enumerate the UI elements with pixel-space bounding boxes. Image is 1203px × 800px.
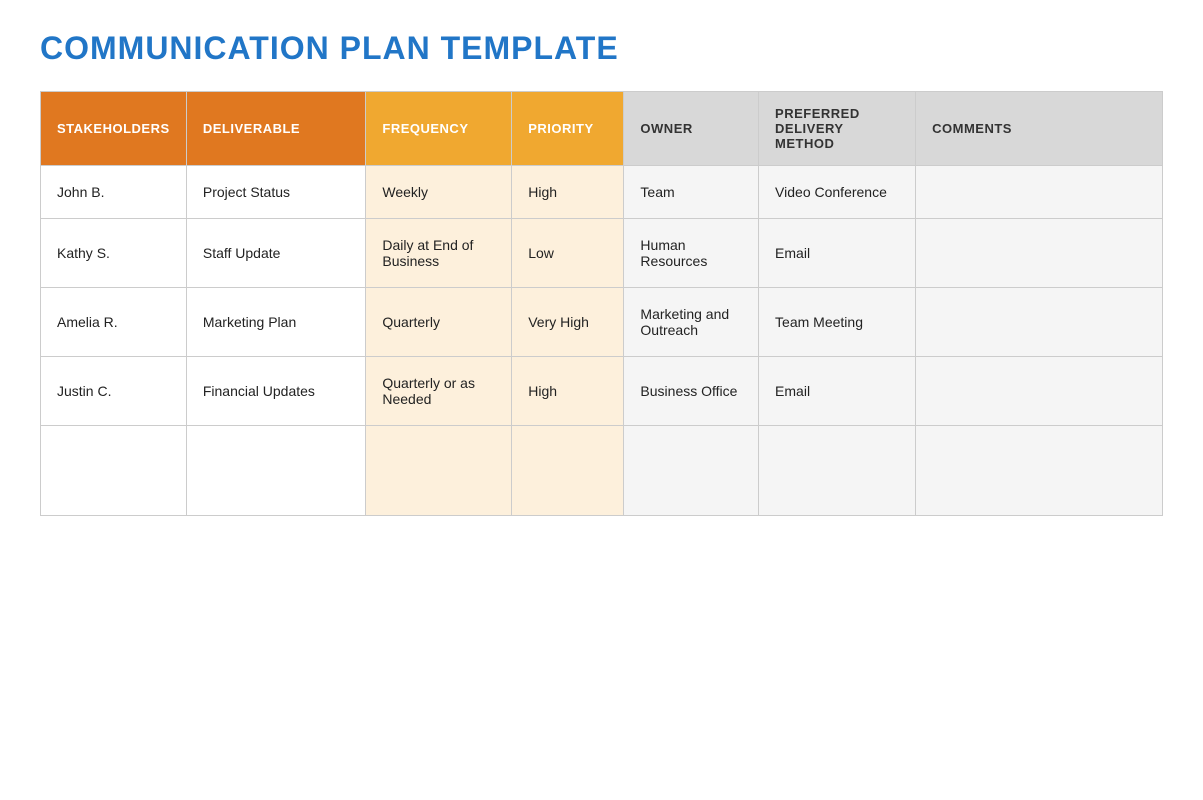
cell-priority: High bbox=[512, 357, 624, 426]
header-owner: OWNER bbox=[624, 92, 759, 166]
table-row: Justin C.Financial UpdatesQuarterly or a… bbox=[41, 357, 1163, 426]
table-header-row: STAKEHOLDERS DELIVERABLE FREQUENCY PRIOR… bbox=[41, 92, 1163, 166]
cell-stakeholder: Kathy S. bbox=[41, 219, 187, 288]
cell-frequency: Weekly bbox=[366, 166, 512, 219]
cell-owner: Team bbox=[624, 166, 759, 219]
table-row bbox=[41, 426, 1163, 516]
cell-comments bbox=[916, 357, 1163, 426]
header-stakeholders: STAKEHOLDERS bbox=[41, 92, 187, 166]
cell-delivery-method: Video Conference bbox=[759, 166, 916, 219]
cell-delivery-method: Team Meeting bbox=[759, 288, 916, 357]
table-row: John B.Project StatusWeeklyHighTeamVideo… bbox=[41, 166, 1163, 219]
cell-frequency: Daily at End of Business bbox=[366, 219, 512, 288]
page-title: COMMUNICATION PLAN TEMPLATE bbox=[40, 30, 1163, 67]
header-frequency: FREQUENCY bbox=[366, 92, 512, 166]
header-priority: PRIORITY bbox=[512, 92, 624, 166]
cell-stakeholder: Justin C. bbox=[41, 357, 187, 426]
cell-comments bbox=[916, 219, 1163, 288]
cell-deliverable bbox=[186, 426, 366, 516]
header-comments: COMMENTS bbox=[916, 92, 1163, 166]
cell-deliverable: Financial Updates bbox=[186, 357, 366, 426]
cell-priority: High bbox=[512, 166, 624, 219]
cell-delivery-method: Email bbox=[759, 219, 916, 288]
cell-deliverable: Staff Update bbox=[186, 219, 366, 288]
cell-stakeholder: Amelia R. bbox=[41, 288, 187, 357]
cell-stakeholder bbox=[41, 426, 187, 516]
cell-frequency bbox=[366, 426, 512, 516]
cell-priority bbox=[512, 426, 624, 516]
cell-delivery-method: Email bbox=[759, 357, 916, 426]
header-deliverable: DELIVERABLE bbox=[186, 92, 366, 166]
table-row: Amelia R.Marketing PlanQuarterlyVery Hig… bbox=[41, 288, 1163, 357]
cell-stakeholder: John B. bbox=[41, 166, 187, 219]
header-delivery-method: PREFERRED DELIVERY METHOD bbox=[759, 92, 916, 166]
cell-frequency: Quarterly or as Needed bbox=[366, 357, 512, 426]
cell-deliverable: Marketing Plan bbox=[186, 288, 366, 357]
cell-frequency: Quarterly bbox=[366, 288, 512, 357]
cell-deliverable: Project Status bbox=[186, 166, 366, 219]
cell-delivery-method bbox=[759, 426, 916, 516]
cell-comments bbox=[916, 288, 1163, 357]
table-row: Kathy S.Staff UpdateDaily at End of Busi… bbox=[41, 219, 1163, 288]
cell-priority: Very High bbox=[512, 288, 624, 357]
cell-owner: Business Office bbox=[624, 357, 759, 426]
communication-plan-table: STAKEHOLDERS DELIVERABLE FREQUENCY PRIOR… bbox=[40, 91, 1163, 516]
cell-comments bbox=[916, 426, 1163, 516]
cell-priority: Low bbox=[512, 219, 624, 288]
cell-owner bbox=[624, 426, 759, 516]
cell-comments bbox=[916, 166, 1163, 219]
cell-owner: Human Resources bbox=[624, 219, 759, 288]
cell-owner: Marketing and Outreach bbox=[624, 288, 759, 357]
